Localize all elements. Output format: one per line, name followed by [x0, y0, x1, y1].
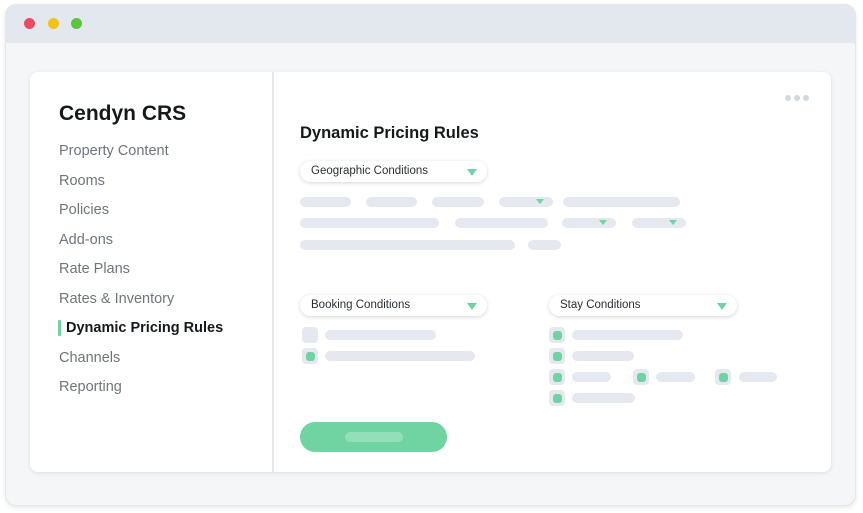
stay-checkbox[interactable] [549, 327, 565, 343]
placeholder-select[interactable] [562, 218, 616, 228]
placeholder-label [572, 372, 611, 382]
sidebar-nav: Property Content Rooms Policies Add-ons … [58, 140, 224, 406]
maximize-dot[interactable] [71, 18, 82, 29]
placeholder-field[interactable] [455, 218, 548, 228]
geographic-conditions-label: Geographic Conditions [311, 165, 428, 177]
stay-checkbox[interactable] [549, 369, 565, 385]
chevron-down-icon [669, 220, 677, 225]
placeholder-field[interactable] [300, 240, 515, 250]
sidebar-item-property-content[interactable]: Property Content [59, 140, 224, 170]
sidebar-item-rooms[interactable]: Rooms [59, 170, 224, 200]
booking-conditions-label: Booking Conditions [311, 299, 411, 311]
placeholder-field[interactable] [300, 218, 439, 228]
browser-window: Cendyn CRS Property Content Rooms Polici… [6, 5, 855, 505]
sidebar-item-rate-plans[interactable]: Rate Plans [59, 258, 224, 288]
chevron-down-icon [717, 303, 727, 310]
stay-checkbox[interactable] [549, 348, 565, 364]
booking-conditions-dropdown[interactable]: Booking Conditions [300, 295, 487, 316]
ellipsis-icon[interactable] [785, 94, 811, 102]
placeholder-field[interactable] [432, 197, 484, 207]
placeholder-field[interactable] [366, 197, 417, 207]
placeholder-select[interactable] [499, 197, 553, 207]
minimize-dot[interactable] [48, 18, 59, 29]
placeholder-label [572, 330, 683, 340]
stay-checkbox[interactable] [715, 369, 731, 385]
placeholder-label [325, 351, 475, 361]
chevron-down-icon [599, 220, 607, 225]
stay-conditions-dropdown[interactable]: Stay Conditions [549, 295, 737, 316]
placeholder-label [572, 393, 635, 403]
placeholder-field[interactable] [563, 197, 680, 207]
close-dot[interactable] [24, 18, 35, 29]
placeholder-select[interactable] [632, 218, 686, 228]
placeholder-field[interactable] [528, 240, 561, 250]
page-title: Dynamic Pricing Rules [300, 124, 479, 142]
sidebar-item-add-ons[interactable]: Add-ons [59, 229, 224, 259]
app-card: Cendyn CRS Property Content Rooms Polici… [30, 72, 831, 472]
button-label-placeholder [345, 432, 403, 442]
stay-checkbox[interactable] [633, 369, 649, 385]
brand-title: Cendyn CRS [59, 102, 187, 125]
stay-conditions-label: Stay Conditions [560, 299, 641, 311]
placeholder-label [739, 372, 777, 382]
placeholder-label [325, 330, 436, 340]
chevron-down-icon [536, 199, 544, 204]
geographic-conditions-dropdown[interactable]: Geographic Conditions [300, 161, 487, 182]
placeholder-label [572, 351, 634, 361]
placeholder-label [656, 372, 695, 382]
sidebar-item-policies[interactable]: Policies [59, 199, 224, 229]
stay-checkbox[interactable] [549, 390, 565, 406]
placeholder-field[interactable] [300, 197, 351, 207]
submit-button[interactable] [300, 422, 447, 452]
booking-checkbox[interactable] [302, 348, 318, 364]
booking-checkbox[interactable] [302, 327, 318, 343]
chevron-down-icon [467, 303, 477, 310]
sidebar-item-dynamic-pricing-rules[interactable]: Dynamic Pricing Rules [58, 317, 223, 347]
chevron-down-icon [467, 169, 477, 176]
sidebar-item-reporting[interactable]: Reporting [59, 376, 224, 406]
sidebar-item-channels[interactable]: Channels [59, 347, 224, 377]
sidebar-item-rates-inventory[interactable]: Rates & Inventory [59, 288, 224, 318]
sidebar: Cendyn CRS Property Content Rooms Polici… [30, 72, 274, 472]
title-bar [6, 5, 855, 43]
